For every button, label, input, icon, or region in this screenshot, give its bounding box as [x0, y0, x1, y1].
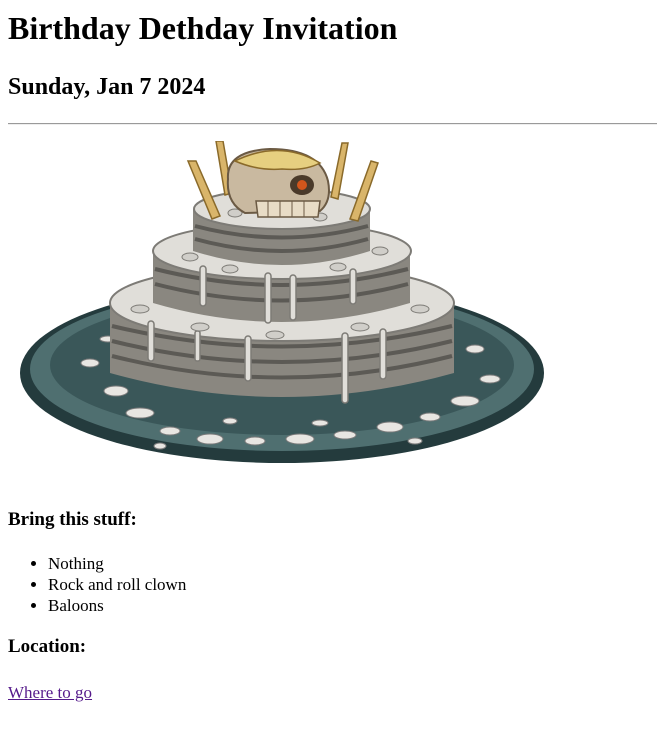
bring-list: Nothing Rock and roll clown Baloons	[8, 553, 649, 616]
list-item: Nothing	[48, 553, 649, 574]
location-heading: Location:	[8, 636, 87, 657]
list-item: Rock and roll clown	[48, 574, 649, 595]
divider	[8, 123, 657, 125]
event-date: Sunday, Jan 7 2024	[8, 74, 206, 100]
skull-cake-icon	[20, 141, 544, 463]
invitation-page: Birthday Dethday Invitation Sunday, Jan …	[0, 10, 657, 703]
bring-heading: Bring this stuff:	[8, 509, 137, 530]
where-to-go-link[interactable]: Where to go	[8, 683, 92, 703]
cake-image	[20, 141, 560, 476]
page-title: Birthday Dethday Invitation	[8, 10, 398, 46]
list-item: Baloons	[48, 595, 649, 616]
